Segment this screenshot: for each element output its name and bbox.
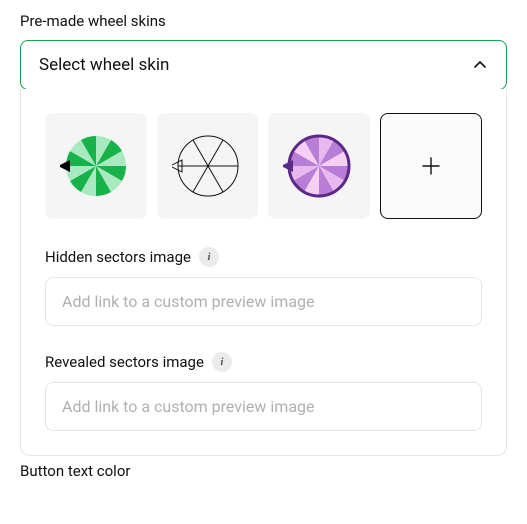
- hidden-sectors-label-row: Hidden sectors image i: [45, 247, 482, 267]
- green-wheel-icon: [60, 130, 132, 202]
- purple-wheel-icon: [283, 130, 355, 202]
- button-text-color-label: Button text color: [20, 462, 507, 480]
- skin-tile-purple[interactable]: [268, 113, 370, 219]
- chevron-up-icon: [472, 57, 488, 73]
- outline-wheel-icon: [172, 130, 244, 202]
- info-icon[interactable]: i: [199, 247, 219, 267]
- premade-skins-label: Pre-made wheel skins: [20, 12, 507, 30]
- revealed-sectors-label: Revealed sectors image: [45, 353, 204, 371]
- revealed-sectors-input[interactable]: [45, 382, 482, 431]
- skin-panel: Hidden sectors image i Revealed sectors …: [20, 89, 507, 456]
- hidden-sectors-label: Hidden sectors image: [45, 248, 191, 266]
- skin-tile-green[interactable]: [45, 113, 147, 219]
- skins-row: [45, 113, 482, 219]
- info-icon[interactable]: i: [212, 352, 232, 372]
- wheel-skin-select[interactable]: Select wheel skin: [20, 40, 507, 90]
- revealed-sectors-label-row: Revealed sectors image i: [45, 352, 482, 372]
- wheel-skin-select-label: Select wheel skin: [39, 55, 169, 75]
- plus-icon: [421, 156, 441, 176]
- skin-tile-outline[interactable]: [157, 113, 259, 219]
- hidden-sectors-input[interactable]: [45, 277, 482, 326]
- skin-tile-add[interactable]: [380, 113, 482, 219]
